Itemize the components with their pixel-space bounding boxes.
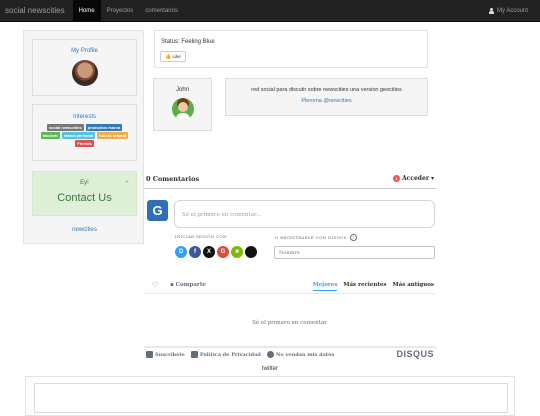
login-button[interactable]: 1 Acceder ▾ — [393, 175, 434, 182]
status-text: Status: Feeling Blue — [161, 39, 215, 45]
interest-tag: Friends — [75, 140, 94, 147]
help-icon[interactable]: ? — [349, 234, 357, 241]
chevron-down-icon: ▾ — [430, 175, 434, 182]
sort-oldest[interactable]: Más antiguos — [393, 282, 434, 291]
facebook-login-icon[interactable]: f — [189, 246, 201, 258]
lock-icon — [190, 350, 198, 358]
register-text: O REGISTRARSE CON DISQUS — [275, 235, 347, 240]
like-label: Like — [172, 54, 181, 59]
nav-home[interactable]: Home — [72, 0, 101, 22]
brand-link[interactable]: social newscities — [5, 6, 65, 15]
disqus-login-icon[interactable]: D — [175, 246, 187, 258]
thumbs-up-icon: 👍 — [165, 53, 172, 60]
empty-comments-message: Sé el primero en comentar. — [252, 320, 328, 326]
share-icon: ▪ — [170, 282, 174, 288]
x-login-icon[interactable]: X — [203, 246, 215, 258]
sort-tabs: Mejores Más recientes Más antiguos — [312, 282, 434, 291]
notification-badge: 1 — [393, 175, 401, 182]
privacy-label: Política de Privacidad — [199, 351, 261, 358]
sidebar: My Profile Interests social newscities p… — [23, 30, 144, 244]
nav-comentarios[interactable]: comentarios — [139, 0, 184, 22]
status-card: Status: Feeling Blue 👍 Like — [154, 30, 428, 68]
name-field[interactable]: Nombre — [274, 246, 435, 259]
interest-tag: marca personal — [61, 132, 96, 139]
social-login-buttons: D f X G ■ — [175, 246, 257, 258]
warning-icon — [266, 350, 274, 358]
close-icon[interactable]: × — [125, 179, 129, 186]
description-text: red social para discutir sobre newscitie… — [251, 87, 402, 93]
contact-alert: × Ey! Contact Us — [32, 171, 137, 216]
user-icon — [488, 7, 494, 14]
disqus-toolbar: ♡ ▪ Comparte Mejores Más recientes Más a… — [144, 278, 436, 294]
top-navbar: social newscities Home Proyectos comenta… — [0, 0, 540, 22]
do-not-sell-link[interactable]: No vendan mis datos — [266, 350, 335, 358]
privacy-link[interactable]: Política de Privacidad — [190, 350, 261, 358]
description-card: red social para discutir sobre newscitie… — [225, 78, 428, 116]
microsoft-login-icon[interactable]: ■ — [231, 246, 243, 258]
heart-icon[interactable]: ♡ — [152, 281, 158, 289]
twitter-heading: twitter — [261, 366, 278, 372]
subscribe-link[interactable]: Suscríbete — [146, 350, 185, 358]
profile-title[interactable]: My Profile — [33, 48, 136, 54]
contact-us-link[interactable]: Contact Us — [33, 192, 136, 204]
apple-login-icon[interactable] — [245, 246, 257, 258]
share-label: Comparte — [175, 282, 206, 288]
friend-avatar — [171, 98, 194, 120]
profile-avatar — [71, 60, 98, 86]
disqus-footer: Suscríbete Política de Privacidad No ven… — [144, 346, 436, 360]
interests-card: Interests social newscities productos ma… — [32, 104, 137, 161]
register-label: O REGISTRARSE CON DISQUS ? — [275, 234, 357, 241]
profile-card: My Profile — [32, 39, 137, 96]
disqus-logo[interactable]: DISQUS — [396, 349, 434, 359]
subscribe-label: Suscríbete — [155, 351, 185, 358]
interest-tag: twoisett — [40, 132, 60, 139]
sort-best[interactable]: Mejores — [312, 282, 338, 291]
alert-title: Ey! — [80, 180, 89, 186]
pleroma-link[interactable]: Pleroma @newcities — [226, 98, 427, 104]
mail-icon — [146, 350, 153, 358]
login-label: Acceder — [402, 175, 429, 182]
my-account-link[interactable]: My Account — [488, 7, 528, 14]
comment-input[interactable]: Sé el primero en comentar... — [174, 200, 435, 228]
interest-tag: productos marca — [85, 124, 123, 131]
disqus-header: 0 Comentarios 1 Acceder ▾ — [144, 175, 436, 189]
twitter-embed — [34, 383, 508, 413]
sort-newest[interactable]: Más recientes — [343, 282, 386, 291]
google-login-icon[interactable]: G — [217, 246, 229, 258]
interest-tags: social newscities productos marca twoise… — [33, 120, 136, 147]
like-button[interactable]: 👍 Like — [160, 51, 186, 62]
share-button[interactable]: ▪ Comparte — [170, 282, 206, 288]
nav-proyectos[interactable]: Proyectos — [101, 0, 140, 22]
newcities-link[interactable]: newcities — [24, 227, 145, 233]
twitter-container — [25, 376, 515, 416]
interest-tag: social newscities — [46, 124, 84, 131]
friend-name: John — [175, 87, 189, 93]
login-with-label: INICIAR SESIÓN CON — [175, 234, 227, 239]
my-account-label: My Account — [496, 7, 528, 14]
comment-count: 0 Comentarios — [146, 175, 200, 183]
guest-avatar-icon: G — [147, 200, 168, 221]
interest-tag: huerto urbano — [97, 132, 129, 139]
do-not-sell-label: No vendan mis datos — [275, 351, 335, 358]
friend-card: John — [153, 78, 212, 131]
